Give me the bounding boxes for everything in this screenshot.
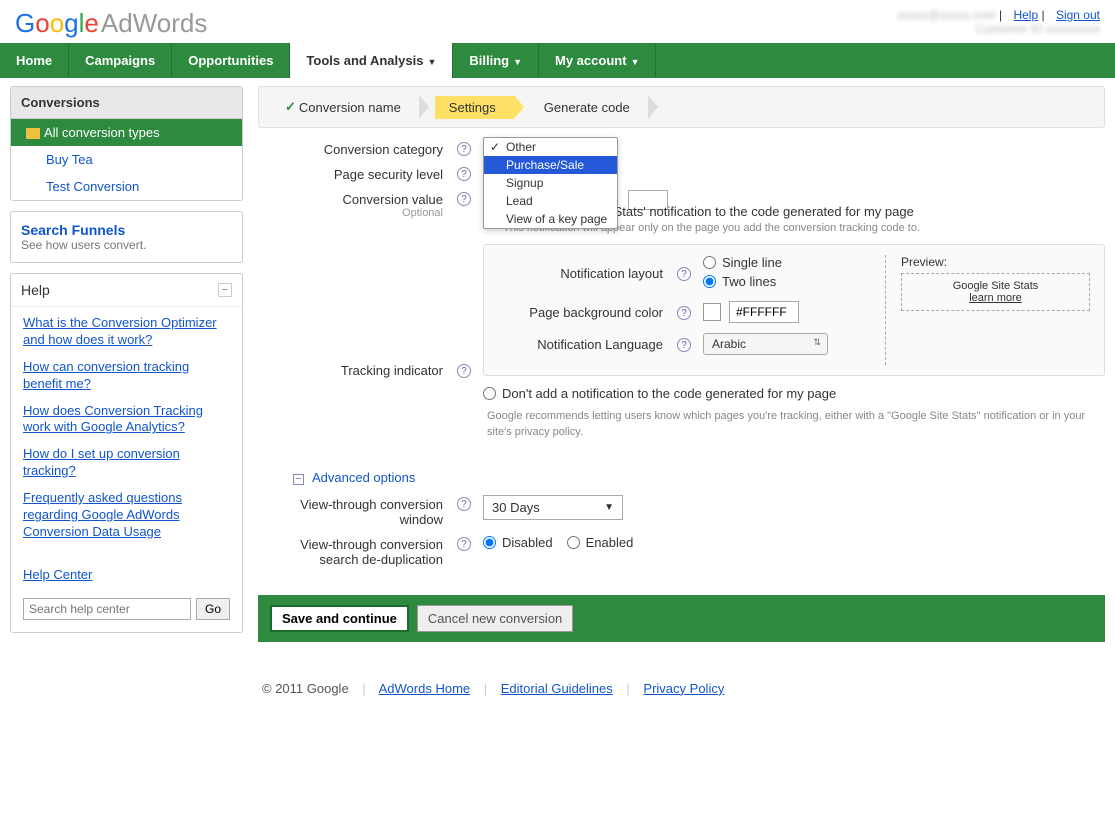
- two-lines-radio[interactable]: [703, 275, 716, 288]
- advanced-options-toggle[interactable]: −Advanced options: [293, 470, 1105, 485]
- cancel-button[interactable]: Cancel new conversion: [417, 605, 573, 632]
- tab-opportunities[interactable]: Opportunities: [172, 43, 290, 78]
- help-icon[interactable]: ?: [457, 142, 471, 156]
- chevron-right-icon: [514, 95, 524, 119]
- tab-campaigns[interactable]: Campaigns: [69, 43, 172, 78]
- dedup-enabled-radio[interactable]: [567, 536, 580, 549]
- bc-step-name[interactable]: ✓Conversion name: [271, 95, 419, 119]
- dedup-disabled-radio[interactable]: [483, 536, 496, 549]
- value-label: Conversion valueOptional: [258, 190, 453, 219]
- help-icon[interactable]: ?: [457, 497, 471, 511]
- search-funnels-panel[interactable]: Search Funnels See how users convert.: [10, 211, 243, 263]
- dedup-label: View-through conversion search de-duplic…: [258, 535, 453, 567]
- vtc-window-select[interactable]: 30 Days▼: [483, 495, 623, 520]
- bg-color-label: Page background color: [498, 305, 673, 320]
- preview-text: Google Site Stats: [953, 280, 1039, 292]
- dropdown-option[interactable]: Other: [484, 138, 617, 156]
- help-icon[interactable]: ?: [677, 267, 691, 281]
- preview-learn-more[interactable]: learn more: [912, 292, 1079, 304]
- conversions-panel: Conversions All conversion types Buy Tea…: [10, 86, 243, 201]
- help-panel: Help − What is the Conversion Optimizer …: [10, 273, 243, 633]
- dropdown-option[interactable]: Purchase/Sale: [484, 156, 617, 174]
- chevron-down-icon: ▼: [513, 57, 522, 67]
- conversions-header: Conversions: [11, 87, 242, 119]
- help-center-link[interactable]: Help Center: [23, 567, 92, 582]
- sidebar-item-test-conversion[interactable]: Test Conversion: [11, 173, 242, 200]
- main-nav: Home Campaigns Opportunities Tools and A…: [0, 43, 1115, 78]
- copyright: © 2011 Google: [262, 681, 349, 696]
- tab-home[interactable]: Home: [0, 43, 69, 78]
- save-continue-button[interactable]: Save and continue: [270, 605, 409, 632]
- preview-box: Preview: Google Site Stats learn more: [885, 255, 1090, 365]
- footer: © 2011 Google | AdWords Home | Editorial…: [262, 651, 1115, 716]
- layout-label: Notification layout: [498, 266, 673, 281]
- dedup-enabled-label: Enabled: [586, 535, 634, 550]
- help-link-item[interactable]: How can conversion tracking benefit me?: [23, 359, 230, 393]
- chevron-right-icon: [419, 95, 429, 119]
- dropdown-option[interactable]: Signup: [484, 174, 617, 192]
- tab-my-account[interactable]: My account▼: [539, 43, 656, 78]
- collapse-icon[interactable]: −: [218, 283, 232, 297]
- help-link-item[interactable]: How does Conversion Tracking work with G…: [23, 403, 230, 437]
- bc-step-generate[interactable]: Generate code: [530, 96, 648, 119]
- check-icon: ✓: [285, 99, 296, 115]
- customer-id: Customer ID xxxxxxxxx: [897, 22, 1100, 36]
- tracking-label: Tracking indicator: [258, 361, 453, 378]
- help-icon[interactable]: ?: [457, 364, 471, 378]
- dropdown-option[interactable]: Lead: [484, 192, 617, 210]
- help-icon[interactable]: ?: [457, 192, 471, 206]
- help-search-go-button[interactable]: Go: [196, 598, 230, 620]
- help-icon[interactable]: ?: [677, 338, 691, 352]
- help-icon[interactable]: ?: [457, 167, 471, 181]
- folder-icon: [26, 128, 40, 139]
- category-dropdown[interactable]: Other Purchase/Sale Signup Lead View of …: [483, 137, 618, 229]
- action-bar: Save and continue Cancel new conversion: [258, 595, 1105, 642]
- security-label: Page security level: [258, 165, 453, 182]
- logo: GoogleAdWords: [15, 8, 207, 39]
- help-title: Help: [21, 282, 50, 298]
- language-select[interactable]: Arabic: [703, 333, 828, 355]
- color-swatch[interactable]: [703, 303, 721, 321]
- footer-adwords-home[interactable]: AdWords Home: [379, 681, 471, 696]
- help-icon[interactable]: ?: [457, 537, 471, 551]
- user-email: xxxxx@xxxxx.com: [897, 8, 995, 22]
- search-funnels-title: Search Funnels: [21, 222, 232, 238]
- bc-step-settings[interactable]: Settings: [435, 96, 514, 119]
- chevron-down-icon: ▼: [604, 502, 614, 513]
- notification-config-box: Notification layout ? Single line Two li…: [483, 244, 1105, 376]
- help-search-input[interactable]: [23, 598, 191, 620]
- dont-add-radio[interactable]: [483, 387, 496, 400]
- footer-privacy[interactable]: Privacy Policy: [643, 681, 724, 696]
- vtc-window-label: View-through conversion window: [258, 495, 453, 527]
- footer-editorial[interactable]: Editorial Guidelines: [501, 681, 613, 696]
- chevron-right-icon: [648, 95, 658, 119]
- chevron-down-icon: ▼: [631, 57, 640, 67]
- chevron-down-icon: ▼: [427, 57, 436, 67]
- help-link[interactable]: Help: [1013, 8, 1038, 22]
- search-funnels-sub: See how users convert.: [21, 238, 232, 252]
- single-line-radio[interactable]: [703, 256, 716, 269]
- dont-add-label: Don't add a notification to the code gen…: [502, 386, 836, 401]
- wizard-breadcrumb: ✓Conversion name Settings Generate code: [258, 86, 1105, 128]
- sidebar-item-buy-tea[interactable]: Buy Tea: [11, 146, 242, 173]
- signout-link[interactable]: Sign out: [1056, 8, 1100, 22]
- help-link-item[interactable]: Frequently asked questions regarding Goo…: [23, 490, 230, 541]
- tab-tools-analysis[interactable]: Tools and Analysis▼: [290, 43, 453, 78]
- sidebar-item-all-conversions[interactable]: All conversion types: [11, 119, 242, 146]
- lang-label: Notification Language: [498, 337, 673, 352]
- category-label: Conversion category: [258, 140, 453, 157]
- preview-label: Preview:: [901, 255, 1090, 269]
- dedup-disabled-label: Disabled: [502, 535, 553, 550]
- dont-add-note: Google recommends letting users know whi…: [487, 409, 1105, 440]
- help-icon[interactable]: ?: [677, 306, 691, 320]
- help-link-item[interactable]: How do I set up conversion tracking?: [23, 446, 230, 480]
- dropdown-option[interactable]: View of a key page: [484, 210, 617, 228]
- bg-color-input[interactable]: [729, 301, 799, 323]
- minus-icon: −: [293, 474, 304, 485]
- help-link-item[interactable]: What is the Conversion Optimizer and how…: [23, 315, 230, 349]
- tab-billing[interactable]: Billing▼: [453, 43, 539, 78]
